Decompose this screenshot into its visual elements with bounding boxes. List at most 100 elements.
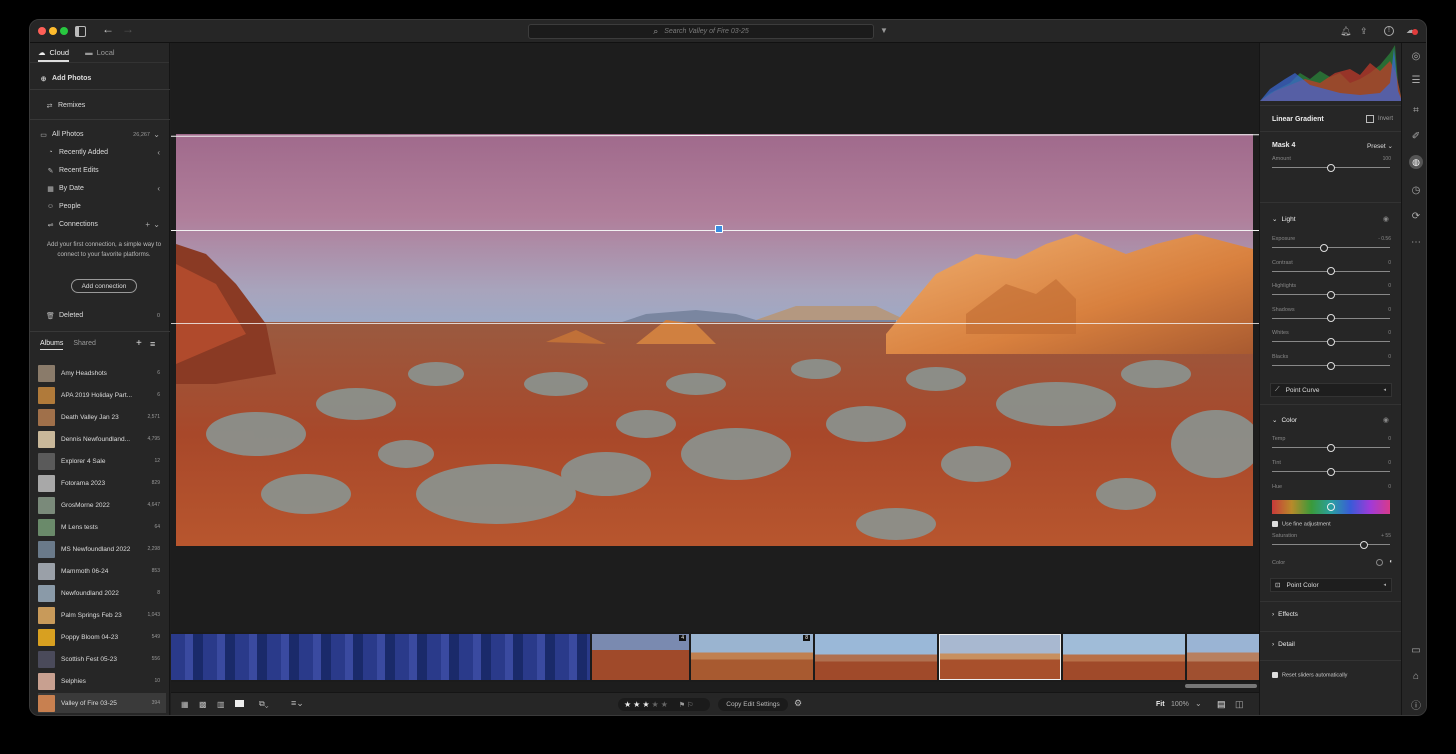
album-item[interactable]: Selphies 10 (38, 671, 166, 691)
section-color[interactable]: ⌄ Color (1272, 416, 1297, 425)
zoom-fit-button[interactable]: Fit (1156, 701, 1165, 708)
zoom-window-button[interactable] (60, 27, 68, 35)
eye-icon[interactable]: ◉ (1383, 215, 1389, 223)
comment-icon[interactable]: ▭ (1410, 645, 1422, 656)
add-album-icon[interactable]: + (136, 338, 142, 349)
sidebar-item-all-photos[interactable]: ▭ All Photos 26,267 ⌄ (30, 126, 170, 143)
sidebar-item-by-date[interactable]: ▦ By Date ‹ (30, 180, 170, 197)
filmstrip-thumbnail[interactable] (1187, 634, 1259, 680)
filmstrip-thumbnail[interactable] (815, 634, 937, 680)
versions-icon[interactable]: ⟳ (1410, 211, 1422, 222)
album-item[interactable]: APA 2019 Holiday Part... 6 (38, 385, 166, 405)
help-icon[interactable]: ! (1384, 26, 1394, 36)
slider-knob[interactable] (1327, 314, 1335, 323)
grid-view-icon[interactable]: ▦ (181, 700, 189, 709)
album-item[interactable]: Newfoundland 2022 8 (38, 583, 166, 603)
gradient-line-bottom[interactable] (171, 323, 1259, 325)
compare-icon[interactable]: ⧉⌄ (259, 699, 269, 709)
bell-icon[interactable]: 🔔︎ (1340, 25, 1351, 37)
slider-value[interactable]: 0 (1388, 354, 1391, 360)
album-item[interactable]: GrosMorne 2022 4,647 (38, 495, 166, 515)
star-icon[interactable]: ★ (652, 700, 659, 709)
slider-knob[interactable] (1327, 163, 1335, 172)
adjust-sliders-icon[interactable]: ☰ (1410, 75, 1422, 86)
tag-icon[interactable]: ⌂ (1410, 671, 1422, 682)
tab-shared[interactable]: Shared (73, 340, 96, 350)
album-item[interactable]: M Lens tests 64 (38, 517, 166, 537)
cloud-sync-icon[interactable]: ☁ (1406, 24, 1418, 36)
zoom-level[interactable]: 100% (1171, 701, 1189, 708)
photo[interactable] (176, 134, 1253, 546)
copy-edit-settings-button[interactable]: Copy Edit Settings (718, 698, 788, 711)
album-item[interactable]: Scottish Fest 05-23 556 (38, 649, 166, 669)
slider-value[interactable]: 0 (1388, 436, 1391, 442)
minimize-window-button[interactable] (49, 27, 57, 35)
forward-arrow-icon[interactable]: → (122, 23, 134, 35)
point-curve-button[interactable]: ⟋ Point Curve ◂ (1270, 383, 1392, 397)
slider-track[interactable] (1272, 290, 1390, 299)
detail-view-icon[interactable] (235, 700, 244, 707)
masking-icon[interactable]: ◍ (1409, 155, 1423, 169)
edit-presets-icon[interactable]: ◎ (1410, 51, 1422, 62)
before-after-icon[interactable]: ◫ (1235, 699, 1244, 710)
rating-control[interactable]: ★ ★ ★ ★ ★ ⚑ ⚐ (618, 698, 710, 711)
slider-track[interactable] (1272, 361, 1390, 370)
section-detail[interactable]: › Detail (1272, 641, 1295, 648)
album-item[interactable]: Valley of Fire 03-25 394 (38, 693, 166, 713)
hue-knob[interactable] (1327, 503, 1335, 511)
slider-track[interactable] (1272, 467, 1390, 476)
add-connection-button[interactable]: Add connection (71, 279, 137, 293)
album-item[interactable]: Mammoth 06-24 853 (38, 561, 166, 581)
sidebar-item-people[interactable]: ☺ People (30, 198, 170, 215)
star-icon[interactable]: ★ (642, 700, 649, 709)
sidebar-item-recently-added[interactable]: ◔ Recently Added ‹ (30, 144, 170, 161)
slider-knob[interactable] (1327, 467, 1335, 476)
tab-cloud[interactable]: ☁ Cloud (38, 48, 70, 62)
slider-track[interactable] (1272, 267, 1390, 276)
checkbox[interactable] (1272, 672, 1278, 678)
sidebar-toggle-icon[interactable] (75, 26, 86, 37)
filmstrip-scrollbar[interactable] (1185, 684, 1257, 688)
chevron-left-icon[interactable]: ‹ (157, 148, 160, 157)
slider-knob[interactable] (1360, 540, 1369, 549)
hue-color-bar[interactable] (1272, 500, 1390, 514)
settings-gear-icon[interactable]: ⚙ (794, 698, 802, 709)
album-item[interactable]: Amy Headshots 6 (38, 363, 166, 383)
sidebar-item-connections[interactable]: ⇌ Connections + ⌄ (30, 216, 170, 233)
section-light[interactable]: ⌄ Light (1272, 215, 1296, 224)
slider-knob[interactable] (1327, 337, 1335, 346)
slider-knob[interactable] (1319, 243, 1328, 252)
slider-track[interactable] (1272, 443, 1390, 452)
slider-value[interactable]: - 0.56 (1378, 236, 1391, 242)
slider-value[interactable]: 0 (1388, 283, 1391, 289)
slider-track[interactable] (1272, 314, 1390, 323)
slider-value[interactable]: 0 (1388, 460, 1391, 466)
slider-value[interactable]: 0 (1388, 260, 1391, 266)
flag-icon[interactable]: ⚑ ⚐ (679, 701, 694, 709)
star-icon[interactable]: ★ (661, 700, 668, 709)
square-grid-icon[interactable]: ▩ (199, 700, 207, 709)
back-arrow-icon[interactable]: ← (102, 23, 114, 35)
star-icon[interactable]: ★ (633, 700, 640, 709)
chevron-left-icon[interactable]: ‹ (157, 184, 160, 193)
sort-icon[interactable]: ≡ (150, 339, 155, 349)
slider-knob[interactable] (1327, 361, 1335, 370)
crop-icon[interactable]: ⌗ (1410, 105, 1422, 116)
sidebar-item-recent-edits[interactable]: ✎ Recent Edits (30, 162, 170, 179)
slider-value[interactable]: 0 (1388, 330, 1391, 336)
filmstrip-thumbnail-selected[interactable] (939, 634, 1061, 680)
invert-button[interactable]: Invert (1365, 115, 1393, 123)
fine-adjustment-checkbox[interactable]: Use fine adjustment (1272, 521, 1331, 527)
slider-value[interactable]: 0 (1388, 307, 1391, 313)
history-icon[interactable]: ◷ (1410, 185, 1422, 196)
album-item[interactable]: Dennis Newfoundland... 4,795 (38, 429, 166, 449)
add-photos-button[interactable]: ⊕ Add Photos (30, 70, 170, 87)
section-effects[interactable]: › Effects (1272, 611, 1298, 618)
star-icon[interactable]: ★ (624, 700, 631, 709)
photo-grid-icon[interactable]: ▥ (217, 700, 225, 709)
point-color-button[interactable]: ⊡ Point Color ◂ (1270, 578, 1392, 592)
filmstrip-thumbnail[interactable]: 8 (691, 634, 813, 680)
tab-local[interactable]: ▬ Local (85, 48, 114, 57)
sidebar-item-deleted[interactable]: 🗑︎ Deleted 0 (30, 307, 170, 324)
sort-icon[interactable]: ≡⌄ (291, 698, 304, 709)
